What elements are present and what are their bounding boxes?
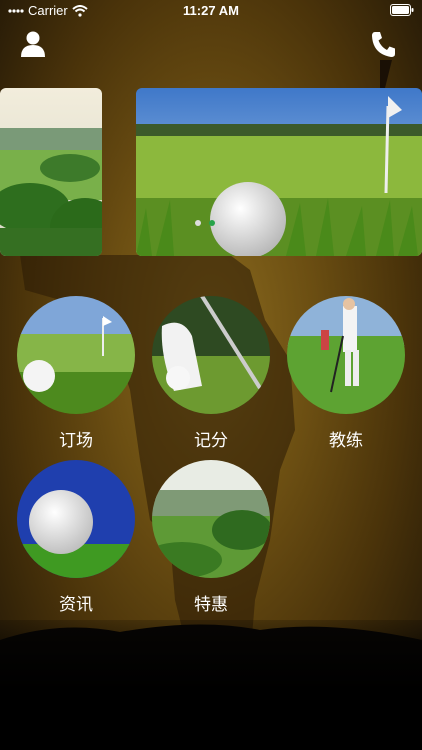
profile-button[interactable] — [19, 30, 49, 60]
course-landscape-image — [0, 88, 102, 256]
menu-deals[interactable]: 特惠 — [152, 460, 270, 615]
menu-label: 记分 — [194, 431, 228, 451]
scorecard-image — [152, 296, 270, 414]
page-dot[interactable] — [195, 220, 201, 226]
menu-book-course[interactable]: 订场 — [17, 296, 135, 451]
golf-ball-green-image — [136, 88, 422, 256]
menu-scorecard[interactable]: 记分 — [152, 296, 270, 451]
ground-shadow — [0, 620, 422, 750]
battery-icon — [390, 4, 414, 16]
book-course-image — [17, 296, 135, 414]
menu-coach[interactable]: 教练 — [287, 296, 405, 451]
menu-label: 教练 — [329, 431, 363, 451]
carousel-slide-prev[interactable] — [0, 88, 102, 256]
menu-label: 资讯 — [59, 595, 93, 615]
carousel-slide-current[interactable] — [136, 88, 422, 256]
menu-label: 特惠 — [194, 595, 228, 615]
phone-icon — [372, 32, 395, 57]
status-time: 11:27 AM — [183, 3, 239, 18]
status-bar: Carrier 11:27 AM — [0, 0, 422, 22]
menu-label: 订场 — [59, 431, 93, 451]
news-image — [17, 460, 135, 578]
page-dot-active[interactable] — [209, 220, 215, 226]
user-icon — [21, 31, 45, 57]
call-button[interactable] — [370, 30, 400, 60]
deals-image — [152, 460, 270, 578]
coach-image — [287, 296, 405, 414]
menu-news[interactable]: 资讯 — [17, 460, 135, 615]
carousel-page-indicator[interactable] — [195, 220, 215, 226]
